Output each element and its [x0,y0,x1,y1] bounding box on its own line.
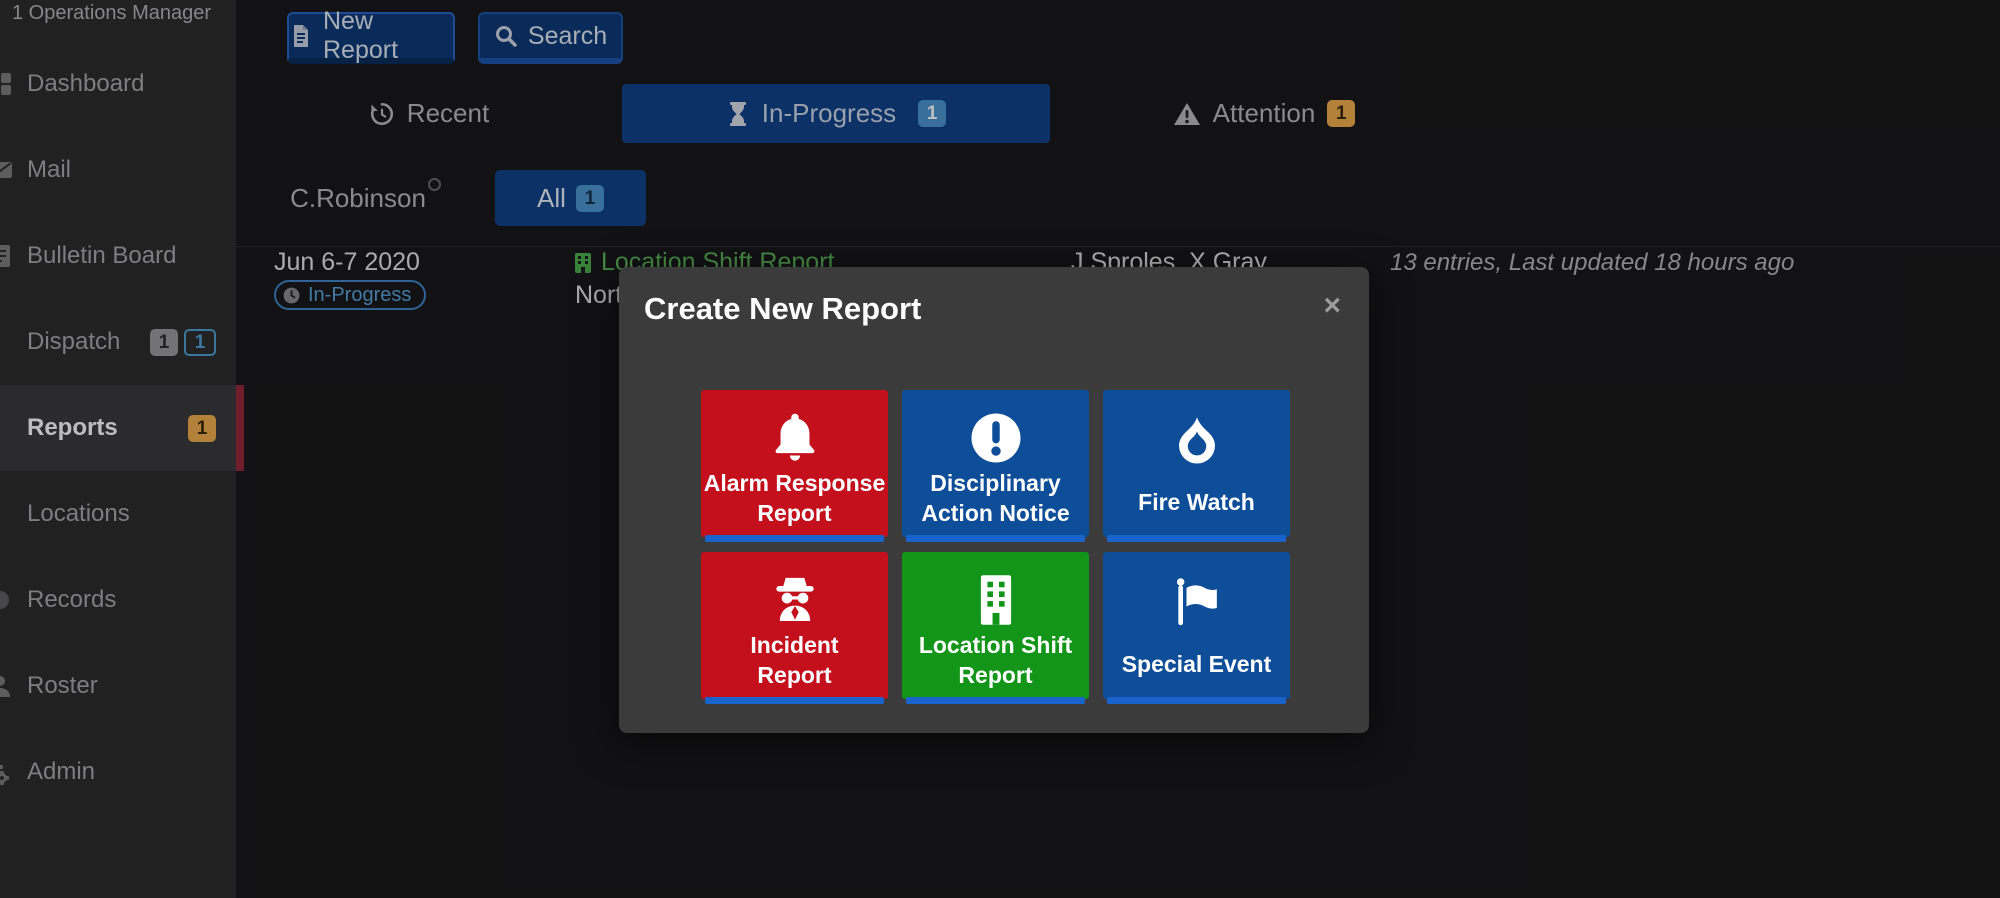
tile-underline [906,697,1085,704]
spy-icon [767,568,823,631]
modal-title: Create New Report [644,291,921,327]
tile-underline [1107,697,1286,704]
exclamation-circle-icon [968,406,1024,469]
tile-label: Disciplinary Action Notice [921,469,1069,537]
tile-label: Incident Report [750,631,838,699]
flame-icon [1170,406,1224,476]
tile-underline [1107,535,1286,542]
tile-underline [906,535,1085,542]
tile-location-shift-report[interactable]: Location Shift Report [902,552,1089,699]
tile-disciplinary-action-notice[interactable]: Disciplinary Action Notice [902,390,1089,537]
tile-label: Fire Watch [1138,476,1255,537]
tile-label: Special Event [1122,638,1272,699]
tile-underline [705,535,884,542]
tile-underline [705,697,884,704]
tile-fire-watch[interactable]: Fire Watch [1103,390,1290,537]
building-icon [970,568,1022,631]
bell-icon [767,406,823,469]
tile-label: Location Shift Report [919,631,1072,699]
tile-special-event[interactable]: Special Event [1103,552,1290,699]
tile-alarm-response-report[interactable]: Alarm Response Report [701,390,888,537]
flag-icon [1169,568,1225,638]
create-new-report-modal: Create New Report × Alarm Response Repor… [619,267,1369,733]
close-icon[interactable]: × [1323,289,1341,323]
tile-incident-report[interactable]: Incident Report [701,552,888,699]
tile-label: Alarm Response Report [704,469,886,537]
report-type-grid: Alarm Response Report Disciplinary Actio… [701,390,1290,699]
